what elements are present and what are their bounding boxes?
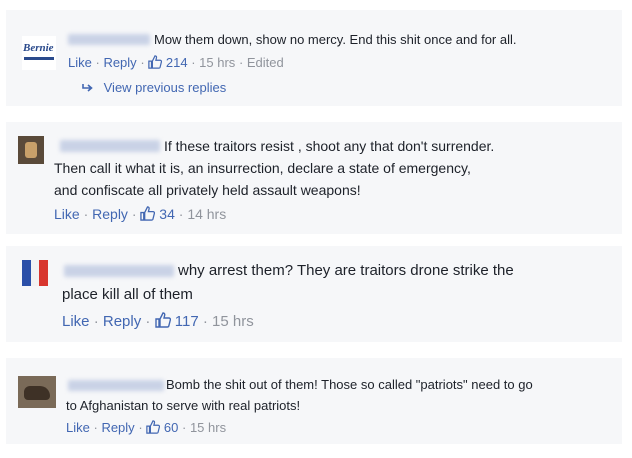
comment-text: Mow them down, show no mercy. End this s… — [154, 32, 516, 47]
comment-text: why arrest them? They are traitors drone… — [178, 262, 514, 279]
timestamp[interactable]: 15 hrs — [212, 313, 254, 330]
like-count[interactable]: 214 — [166, 55, 188, 70]
avatar[interactable] — [18, 136, 44, 164]
timestamp[interactable]: 15 hrs — [190, 420, 226, 435]
avatar-flag-red — [39, 260, 48, 286]
separator: · — [145, 313, 155, 330]
thumbs-up-icon[interactable] — [140, 206, 156, 224]
view-previous-replies[interactable]: View previous replies — [82, 80, 226, 95]
avatar[interactable] — [18, 376, 56, 408]
comment-text: and confiscate all privately held assaul… — [54, 182, 361, 198]
comment-text: place kill all of them — [62, 286, 193, 303]
avatar-logo-text: Bernie — [23, 42, 54, 54]
comment-text-line: and confiscate all privately held assaul… — [54, 182, 361, 198]
commenter-name[interactable] — [68, 34, 150, 45]
comment-card: Bomb the shit out of them! Those so call… — [6, 358, 622, 444]
like-link[interactable]: Like — [66, 420, 90, 435]
comment-text: Then call it what it is, an insurrection… — [54, 160, 471, 176]
comment-text-line: place kill all of them — [62, 286, 193, 303]
separator: · — [202, 313, 213, 330]
comment-text-line: why arrest them? They are traitors drone… — [178, 262, 514, 279]
edited-label[interactable]: Edited — [247, 55, 284, 70]
separator: · — [191, 55, 200, 70]
thumbs-up-icon[interactable] — [154, 312, 171, 332]
like-count[interactable]: 60 — [164, 420, 178, 435]
avatar-underline — [24, 57, 54, 60]
separator: · — [138, 420, 147, 435]
like-link[interactable]: Like — [68, 55, 92, 70]
avatar-image — [24, 386, 50, 400]
separator: · — [238, 55, 247, 70]
comment-text-line: to Afghanistan to serve with real patrio… — [66, 398, 301, 413]
comment-actions: Like · Reply · 117 · 15 hrs — [62, 312, 254, 332]
avatar[interactable] — [22, 260, 48, 286]
comment-actions: Like · Reply · 214 · 15 hrs · Edited — [68, 55, 284, 72]
thumbs-up-icon[interactable] — [146, 420, 161, 437]
comment-text-line: Mow them down, show no mercy. End this s… — [154, 32, 517, 47]
like-link[interactable]: Like — [54, 206, 80, 222]
comment-card: Bernie Mow them down, show no mercy. End… — [6, 10, 622, 106]
commenter-name[interactable] — [68, 380, 164, 391]
comment-actions: Like · Reply · 34 · 14 hrs — [54, 206, 226, 224]
comment-text-line: Bomb the shit out of them! Those so call… — [166, 377, 533, 392]
reply-link[interactable]: Reply — [103, 313, 141, 330]
avatar-image — [25, 142, 37, 158]
comment-actions: Like · Reply · 60 · 15 hrs — [66, 420, 226, 437]
like-link[interactable]: Like — [62, 313, 90, 330]
separator: · — [93, 313, 103, 330]
separator: · — [140, 55, 149, 70]
comment-text: to Afghanistan to serve with real patrio… — [66, 398, 300, 413]
like-count[interactable]: 34 — [159, 206, 175, 222]
separator: · — [83, 206, 93, 222]
comment-text: Bomb the shit out of them! Those so call… — [166, 377, 533, 392]
commenter-name[interactable] — [64, 265, 174, 277]
reply-link[interactable]: Reply — [101, 420, 134, 435]
comment-card: If these traitors resist , shoot any tha… — [6, 122, 622, 234]
reply-link[interactable]: Reply — [103, 55, 136, 70]
timestamp[interactable]: 14 hrs — [187, 206, 226, 222]
commenter-name[interactable] — [60, 140, 160, 152]
separator: · — [131, 206, 141, 222]
avatar-flag-blue — [22, 260, 31, 286]
avatar[interactable]: Bernie — [22, 36, 56, 70]
comment-card: why arrest them? They are traitors drone… — [6, 246, 622, 342]
avatar-flag-white — [31, 260, 39, 286]
reply-link[interactable]: Reply — [92, 206, 128, 222]
like-count[interactable]: 117 — [175, 313, 199, 330]
view-previous-label: View previous replies — [103, 80, 227, 95]
thumbs-up-icon[interactable] — [148, 55, 163, 72]
reply-arrow-icon — [82, 80, 98, 95]
comment-text: If these traitors resist , shoot any tha… — [164, 138, 494, 154]
comment-text-line: Then call it what it is, an insurrection… — [54, 160, 471, 176]
timestamp[interactable]: 15 hrs — [199, 55, 235, 70]
comment-text-line: If these traitors resist , shoot any tha… — [164, 138, 495, 154]
separator: · — [181, 420, 190, 435]
